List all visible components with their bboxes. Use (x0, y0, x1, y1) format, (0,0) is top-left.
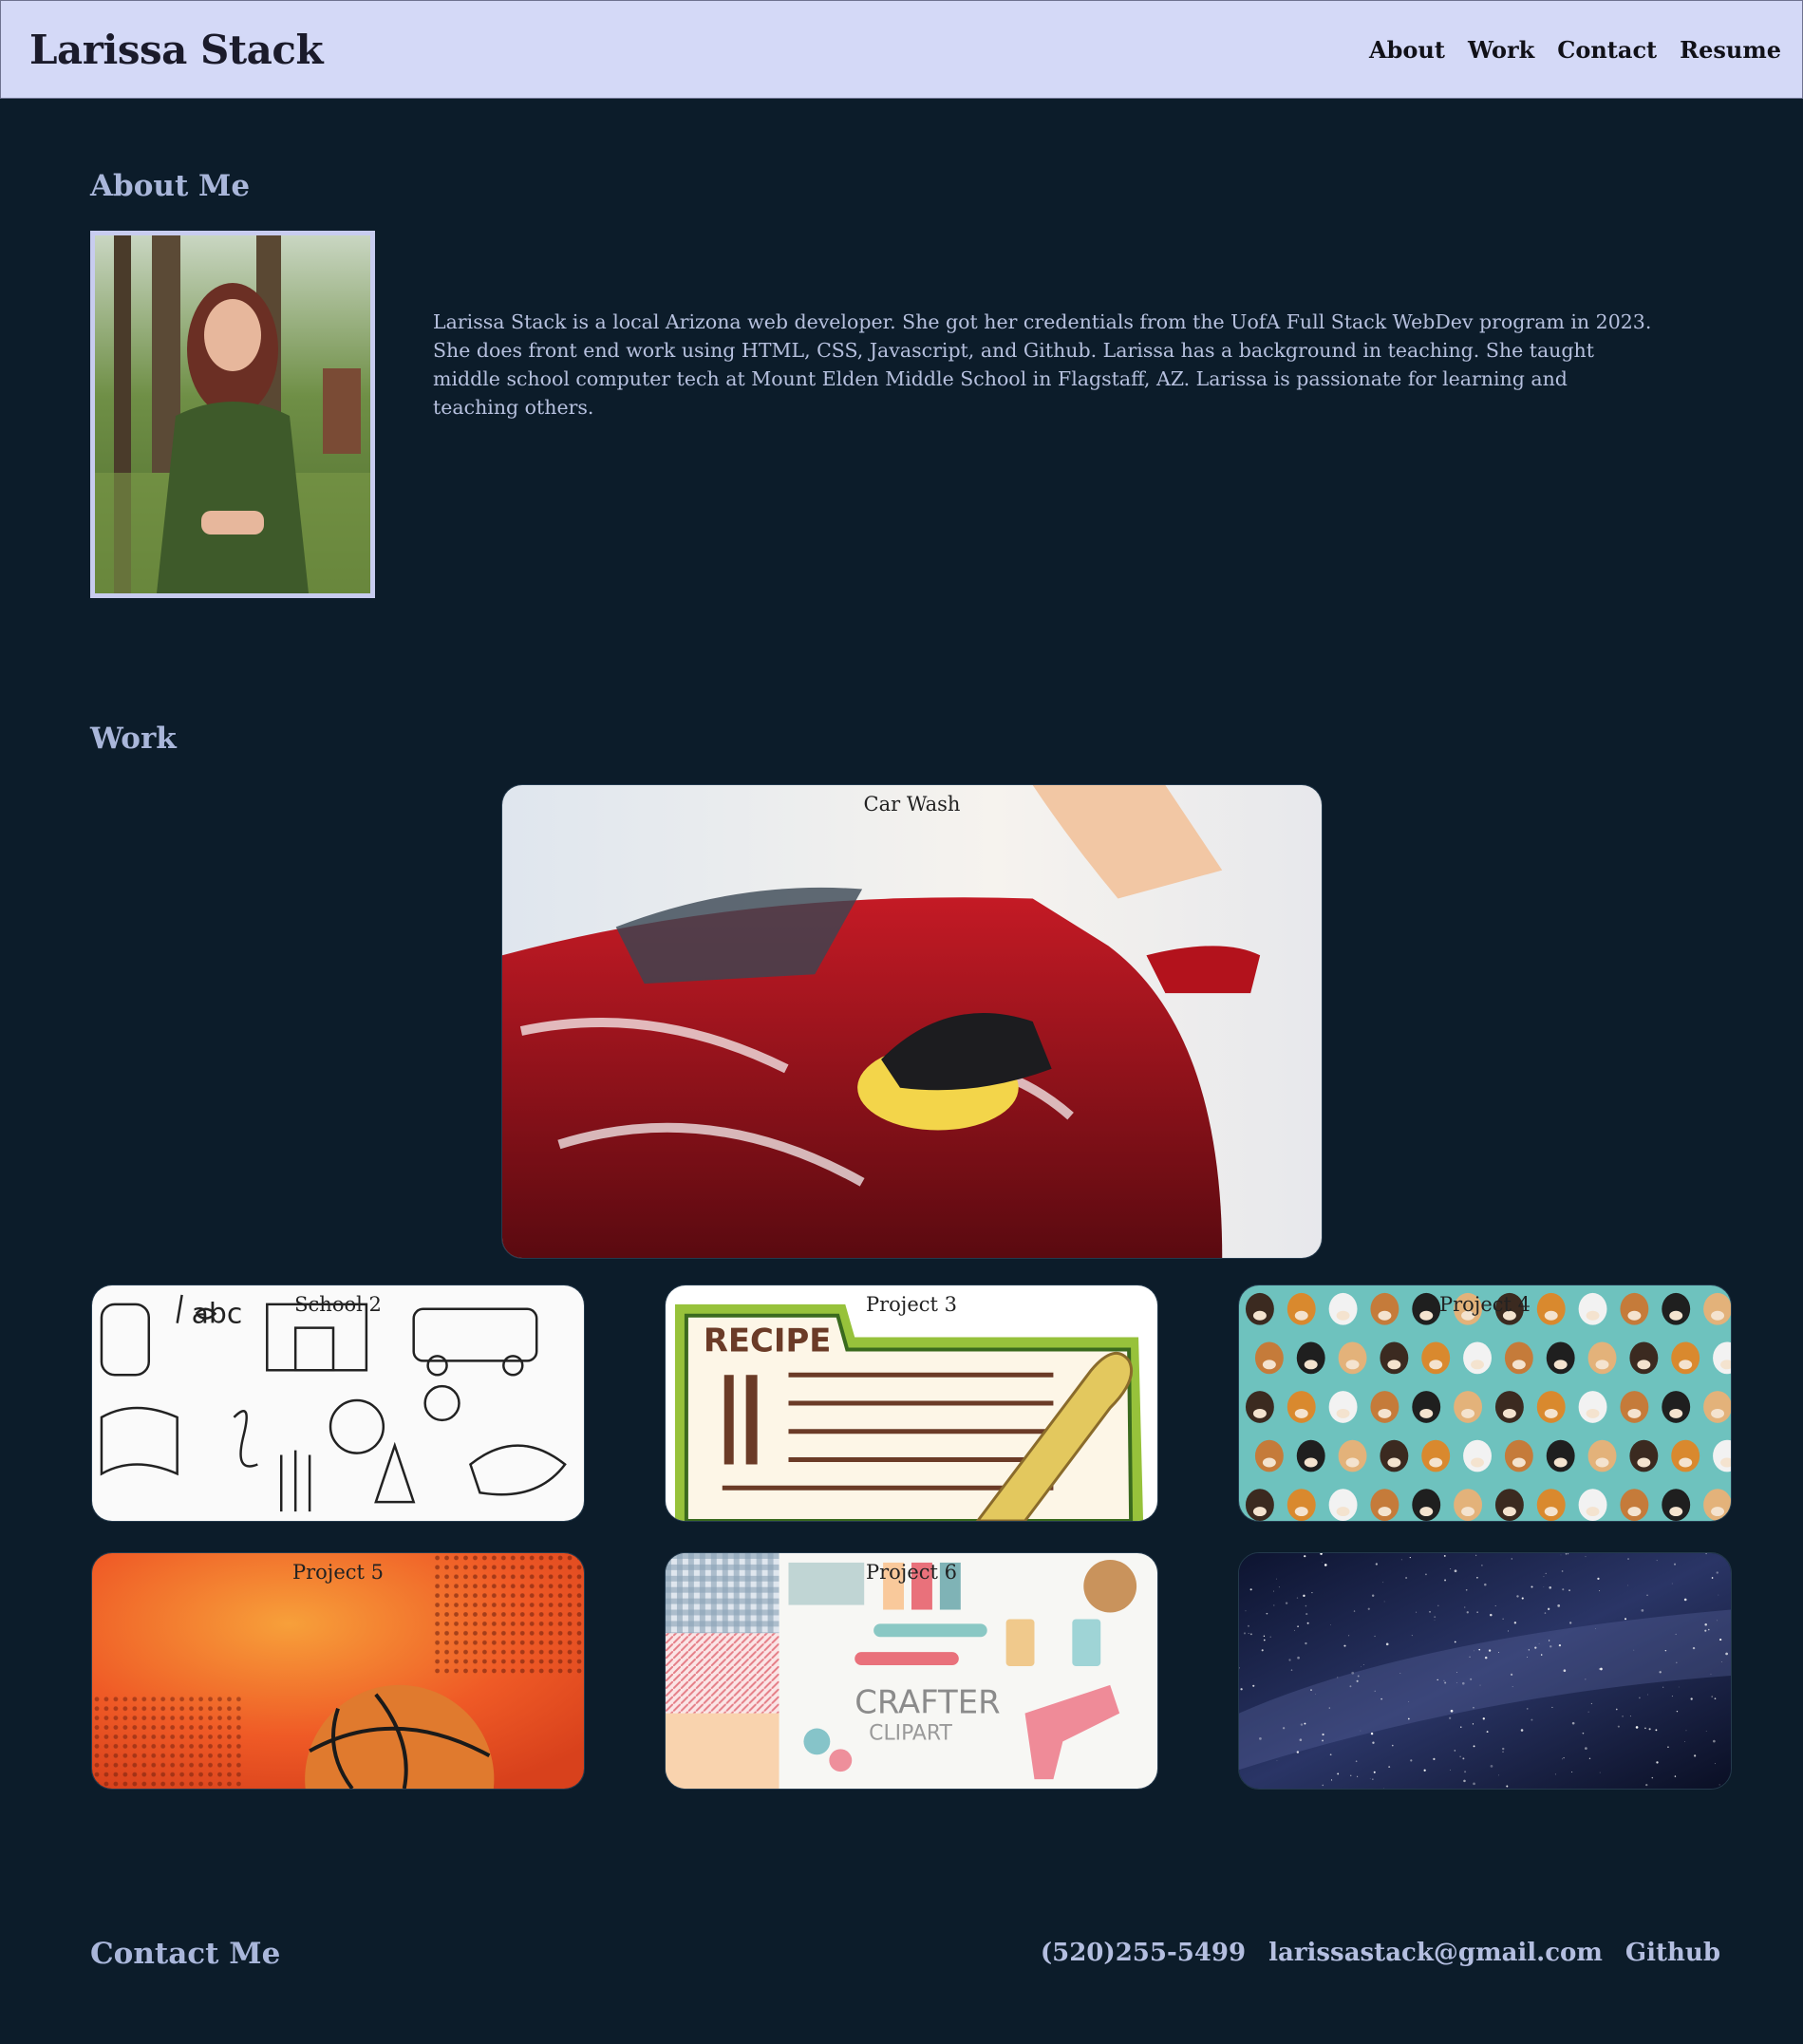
svg-text:RECIPE: RECIPE (704, 1322, 832, 1360)
contact-heading: Contact Me (90, 1937, 281, 1971)
starry-sky-image (1239, 1553, 1731, 1789)
car-wash-image (502, 785, 1322, 1258)
recipe-card-image: RECIPE (666, 1285, 1157, 1521)
project-label: Project 6 (866, 1561, 957, 1584)
project-card-recipe[interactable]: RECIPE Project 3 (665, 1285, 1158, 1522)
project-card-school[interactable]: abc School 2 (91, 1285, 585, 1522)
contact-links: (520)255-5499 larissastack@gmail.com Git… (1041, 1939, 1720, 1967)
about-bio: Larissa Stack is a local Arizona web dev… (433, 310, 1652, 419)
project-card-space[interactable] (1238, 1552, 1732, 1790)
project-card-dogs[interactable]: Project 4 (1238, 1285, 1732, 1522)
crafter-clipart-image: CRAFTER CLIPART (666, 1553, 1157, 1789)
site-brand[interactable]: Larissa Stack (29, 27, 324, 73)
work-heading: Work (90, 722, 177, 756)
project-label: Project 4 (1439, 1293, 1531, 1316)
contact-phone-link[interactable]: (520)255-5499 (1041, 1939, 1246, 1967)
site-header: Larissa Stack About Work Contact Resume (0, 0, 1803, 99)
project-card-car-wash[interactable]: Car Wash (501, 784, 1323, 1259)
svg-text:CLIPART: CLIPART (869, 1721, 952, 1745)
basketball-image (92, 1553, 584, 1789)
nav-link-resume[interactable]: Resume (1680, 36, 1781, 64)
nav-link-work[interactable]: Work (1468, 36, 1534, 64)
project-label: Project 3 (866, 1293, 957, 1316)
school-doodle-image: abc (92, 1285, 584, 1521)
project-label: School 2 (294, 1293, 382, 1316)
svg-text:CRAFTER: CRAFTER (855, 1684, 1000, 1721)
project-label: Car Wash (863, 793, 961, 816)
dog-pattern-image (1239, 1285, 1731, 1521)
contact-github-link[interactable]: Github (1625, 1939, 1720, 1967)
project-label: Project 5 (292, 1561, 384, 1584)
nav-link-about[interactable]: About (1369, 36, 1445, 64)
profile-photo (90, 231, 375, 598)
project-card-crafter[interactable]: CRAFTER CLIPART Project 6 (665, 1552, 1158, 1790)
nav-link-contact[interactable]: Contact (1557, 36, 1657, 64)
main-nav: About Work Contact Resume (1369, 36, 1781, 64)
project-card-basketball[interactable]: Project 5 (91, 1552, 585, 1790)
about-heading: About Me (90, 169, 251, 203)
contact-email-link[interactable]: larissastack@gmail.com (1268, 1939, 1603, 1967)
